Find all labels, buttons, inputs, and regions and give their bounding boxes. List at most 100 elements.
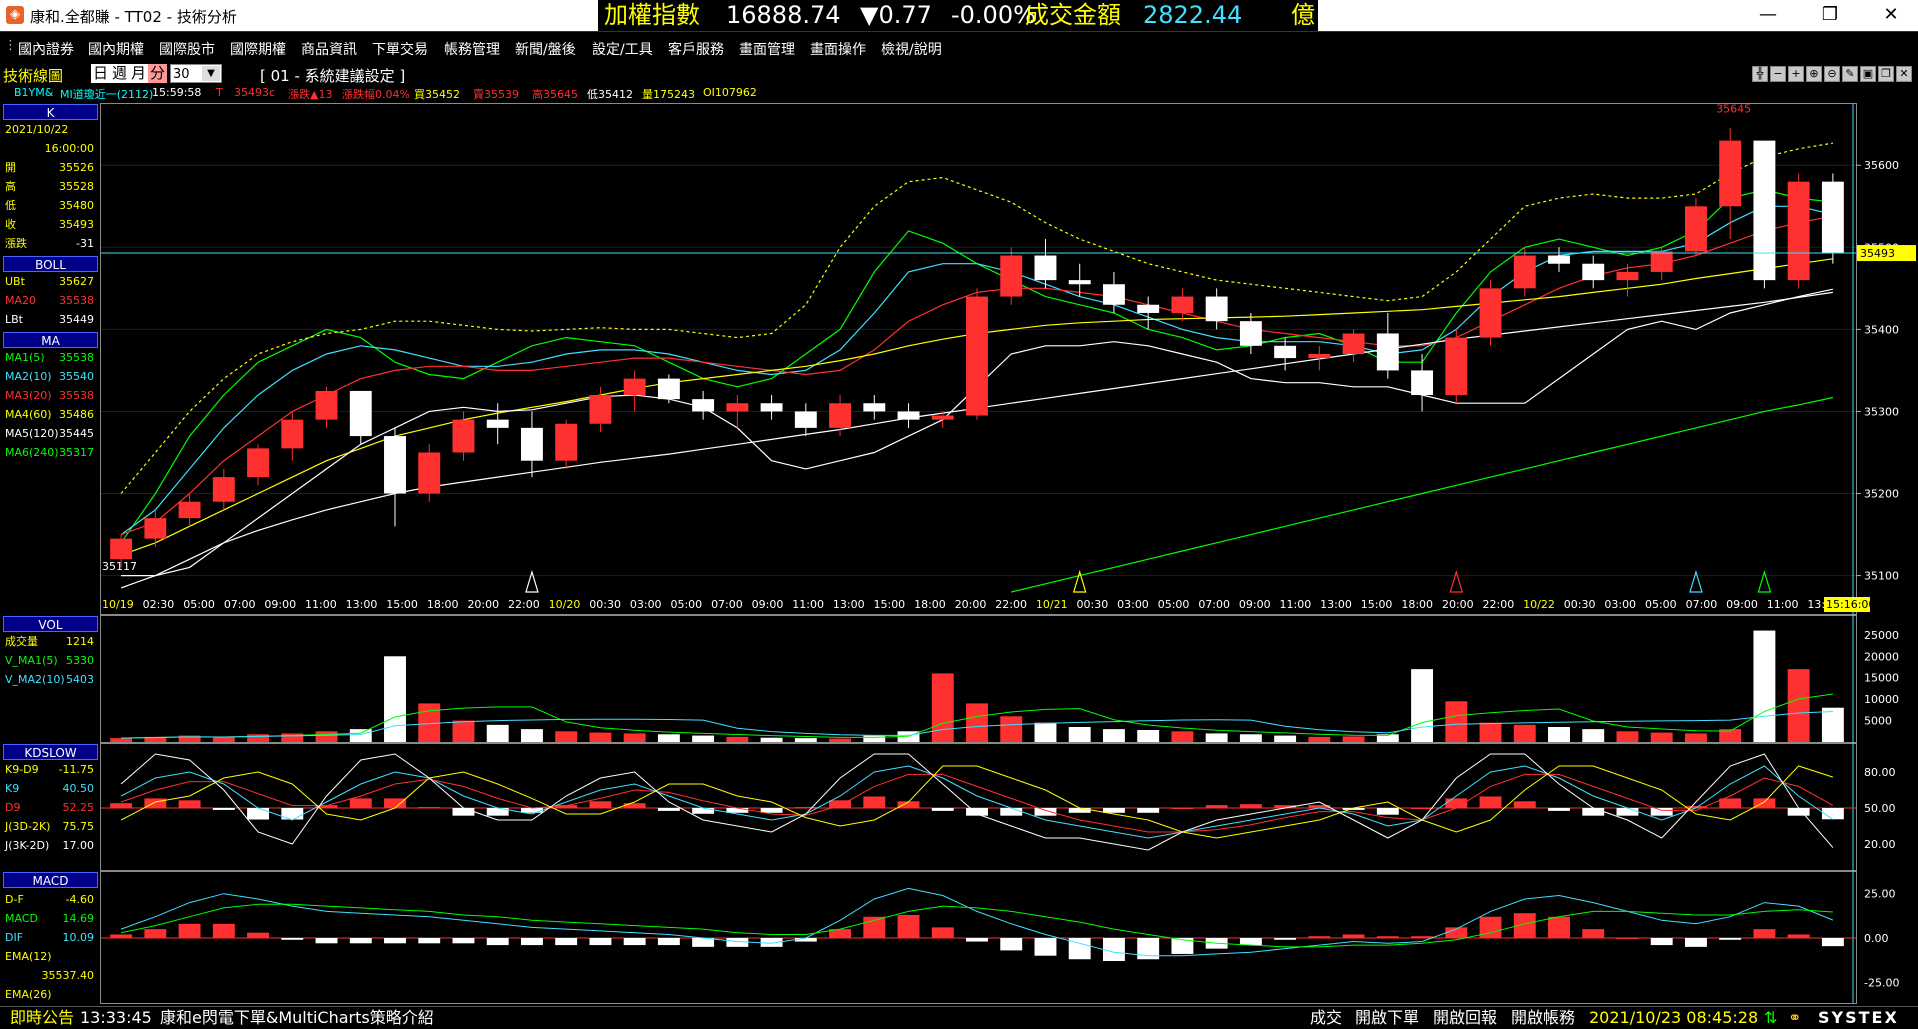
candle-body — [897, 411, 920, 420]
macd-dif-line — [120, 887, 1834, 957]
kd-diff-bar — [1068, 808, 1091, 813]
time-axis-label: 22:00 — [1483, 598, 1515, 611]
candle-body — [144, 518, 167, 539]
macd-osc-bar — [657, 938, 680, 946]
macd-osc-bar — [1376, 936, 1399, 938]
notice-time: 13:33:45 — [80, 1008, 152, 1027]
brand-logo: SYSTEX — [1818, 1008, 1899, 1027]
time-axis-label: 05:00 — [183, 598, 215, 611]
volume-bar — [555, 731, 578, 742]
kd-diff-bar — [657, 808, 680, 811]
low-price-label: 35117 — [102, 560, 137, 573]
time-axis-label: 15:16:00 — [1826, 598, 1875, 611]
kd-diff-bar — [1411, 808, 1434, 809]
candle-body — [1308, 354, 1331, 359]
macd-osc-bar — [1616, 938, 1639, 939]
volume-bar — [1650, 732, 1673, 742]
volume-tick-label: 20000 — [1864, 650, 1899, 663]
candle-body — [1582, 263, 1605, 281]
macd-osc-bar — [281, 938, 304, 940]
time-axis-label: 02:30 — [143, 598, 175, 611]
volume-bar — [247, 734, 270, 742]
kd-diff-bar — [1205, 805, 1228, 808]
candle-body — [418, 452, 441, 494]
macd-osc-bar — [1239, 938, 1262, 946]
time-axis-label: 05:00 — [1158, 598, 1190, 611]
candle-body — [1411, 370, 1434, 396]
volume-bar — [931, 673, 954, 742]
kd-diff-bar — [1548, 808, 1570, 811]
kd-diff-bar — [1034, 808, 1057, 816]
kd-diff-bar — [1719, 798, 1742, 808]
macd-osc-bar — [1479, 916, 1502, 938]
candle-body — [589, 395, 612, 424]
candle-body — [1548, 255, 1570, 264]
macd-osc-bar — [418, 938, 441, 944]
kd-diff-bar — [178, 800, 201, 808]
volume-bar — [520, 729, 543, 742]
open-order-button[interactable]: 開啟下單 — [1355, 1007, 1419, 1029]
kd-diff-bar — [1513, 801, 1536, 808]
notice-label[interactable]: 即時公告 — [10, 1007, 74, 1029]
last-price-badge-label: 35493 — [1860, 247, 1895, 260]
volume-bar — [1821, 707, 1844, 742]
kd-diff-bar — [452, 808, 475, 816]
open-report-button[interactable]: 開啟回報 — [1433, 1007, 1497, 1029]
volume-bar — [1308, 736, 1331, 742]
macd-osc-bar — [589, 938, 612, 946]
signal-marker-icon — [1449, 569, 1464, 593]
open-account-button[interactable]: 開啟帳務 — [1511, 1007, 1575, 1029]
volume-bar — [623, 733, 646, 742]
volume-bar — [1445, 701, 1468, 742]
time-axis-label: 00:30 — [1077, 598, 1109, 611]
candle-body — [931, 415, 954, 420]
candle-body — [212, 477, 235, 502]
chart-canvas[interactable]: 3564535117 35600355003540035300352003510… — [0, 0, 1918, 1029]
macd-osc-bar — [555, 938, 578, 946]
candle-body — [1684, 206, 1707, 252]
volume-tick-label: 25000 — [1864, 629, 1899, 642]
candle-body — [1274, 345, 1297, 359]
volume-bar — [1548, 727, 1570, 742]
signal-marker-icon — [1757, 569, 1772, 593]
time-axis-label: 22:00 — [508, 598, 540, 611]
time-axis-label: 09:00 — [752, 598, 784, 611]
link-icon: ⚭ — [1788, 1008, 1802, 1027]
volume-bar — [1102, 729, 1125, 742]
price-tick-label: 35100 — [1864, 570, 1899, 583]
candle-body — [178, 501, 201, 519]
candle-body — [1787, 181, 1810, 281]
candle-body — [1513, 255, 1536, 289]
app-window: ◈ 康和.全都賺 - TT02 - 技術分析 加權指數 16888.74 ▼0.… — [0, 0, 1918, 1029]
series-line-ma6240 — [1011, 396, 1834, 593]
kd-j-line-a — [120, 765, 1834, 839]
trades-button[interactable]: 成交 — [1310, 1007, 1342, 1029]
volume-bar — [1582, 729, 1605, 742]
volume-bar — [794, 738, 817, 742]
kd-diff-bar — [1102, 808, 1125, 813]
candle-body — [110, 538, 133, 560]
macd-osc-bar — [315, 938, 338, 944]
candle-body — [281, 419, 304, 449]
macd-osc-bar — [1548, 916, 1570, 938]
kd-diff-bar — [863, 796, 886, 808]
notice-text[interactable]: 康和e閃電下單&MultiCharts策略介紹 — [160, 1007, 434, 1029]
macd-osc-bar — [1787, 934, 1810, 938]
time-axis-label: 03:00 — [1604, 598, 1636, 611]
macd-osc-bar — [1582, 929, 1605, 938]
candle-body — [1445, 337, 1468, 396]
volume-bar — [1616, 731, 1639, 742]
volume-bar — [760, 737, 783, 742]
volume-tick-label: 15000 — [1864, 672, 1899, 685]
price-tick-label: 35400 — [1864, 323, 1899, 336]
time-axis-label: 20:00 — [955, 598, 987, 611]
candle-body — [1034, 255, 1057, 281]
time-axis-label: 13:00 — [346, 598, 378, 611]
kd-diff-bar — [520, 808, 543, 813]
time-axis-label: 09:00 — [1726, 598, 1758, 611]
time-axis-label: 11:00 — [305, 598, 337, 611]
candle-body — [1342, 333, 1365, 354]
macd-osc-bar — [144, 929, 167, 938]
signal-marker-icon — [525, 569, 539, 593]
time-axis-label: 07:00 — [1198, 598, 1230, 611]
